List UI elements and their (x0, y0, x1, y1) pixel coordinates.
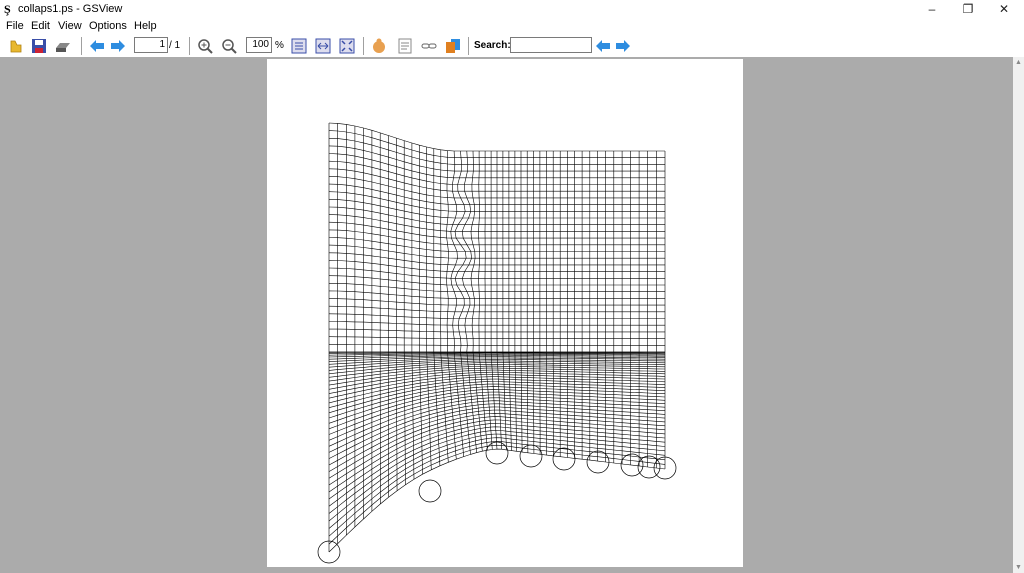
contact-circle (418, 479, 442, 503)
toolbar-separator (363, 37, 364, 55)
window-title: collaps1.ps - GSView (18, 3, 123, 15)
scroll-down-icon[interactable]: ▼ (1013, 562, 1024, 573)
search-next-icon[interactable] (614, 37, 632, 55)
link-icon[interactable] (420, 37, 438, 55)
page-number-input[interactable]: 1 (134, 37, 168, 53)
document-page[interactable] (267, 59, 743, 567)
mesh-line (328, 378, 666, 408)
save-icon[interactable] (30, 37, 48, 55)
mesh-line (328, 441, 666, 537)
mesh-line (526, 352, 529, 453)
mesh-line (328, 400, 666, 453)
open-file-icon[interactable] (8, 37, 26, 55)
page-total-label: / 1 (169, 40, 181, 51)
toolbar: 1 / 1 100 % Search: (0, 35, 1024, 57)
search-label: Search: (474, 40, 511, 51)
menu-bar: File Edit View Options Help (0, 18, 1024, 35)
mesh-line (328, 444, 666, 545)
contact-circle (519, 444, 543, 468)
fit-width-icon[interactable] (314, 37, 332, 55)
restore-button[interactable]: ❐ (950, 0, 986, 18)
close-button[interactable]: ✕ (986, 0, 1022, 18)
menu-help[interactable]: Help (134, 20, 157, 32)
text-extract-icon[interactable] (396, 37, 414, 55)
mesh-line (328, 388, 666, 430)
zoom-input[interactable]: 100 (246, 37, 272, 53)
zoom-out-icon[interactable] (220, 37, 238, 55)
mesh-line (447, 352, 457, 460)
mesh-line (328, 423, 666, 500)
mesh-line (328, 430, 666, 514)
gsview-app-icon[interactable]: Ş (4, 2, 16, 16)
contact-circle (552, 447, 576, 471)
vertical-scrollbar[interactable]: ▲ ▼ (1013, 57, 1024, 573)
mesh-line (328, 122, 665, 152)
fit-page-icon[interactable] (290, 37, 308, 55)
mesh-line (328, 403, 666, 459)
mesh-line (440, 352, 449, 463)
toolbar-separator (81, 37, 82, 55)
minimize-button[interactable]: – (914, 0, 950, 18)
toolbar-separator (189, 37, 190, 55)
mesh-line (328, 381, 666, 414)
next-page-icon[interactable] (109, 37, 127, 55)
full-screen-icon[interactable] (338, 37, 356, 55)
menu-edit[interactable]: Edit (31, 20, 50, 32)
zoom-unit-label: % (275, 40, 284, 51)
search-input[interactable] (510, 37, 592, 53)
mesh-line (396, 352, 398, 491)
mesh-line (328, 426, 666, 507)
menu-view[interactable]: View (58, 20, 82, 32)
prev-page-icon[interactable] (88, 37, 106, 55)
mesh-line (328, 406, 666, 466)
toolbar-separator (468, 37, 469, 55)
mesh-line (328, 437, 666, 529)
print-icon[interactable] (54, 37, 72, 55)
copy-icon[interactable] (444, 37, 462, 55)
mesh-drawing (317, 122, 677, 564)
search-prev-icon[interactable] (594, 37, 612, 55)
document-workspace[interactable] (0, 57, 1013, 573)
zoom-in-icon[interactable] (196, 37, 214, 55)
menu-file[interactable]: File (6, 20, 24, 32)
info-icon[interactable] (370, 37, 388, 55)
title-bar: Ş collaps1.ps - GSView – ❐ ✕ (0, 0, 1024, 18)
scroll-up-icon[interactable]: ▲ (1013, 57, 1024, 68)
menu-options[interactable]: Options (89, 20, 127, 32)
